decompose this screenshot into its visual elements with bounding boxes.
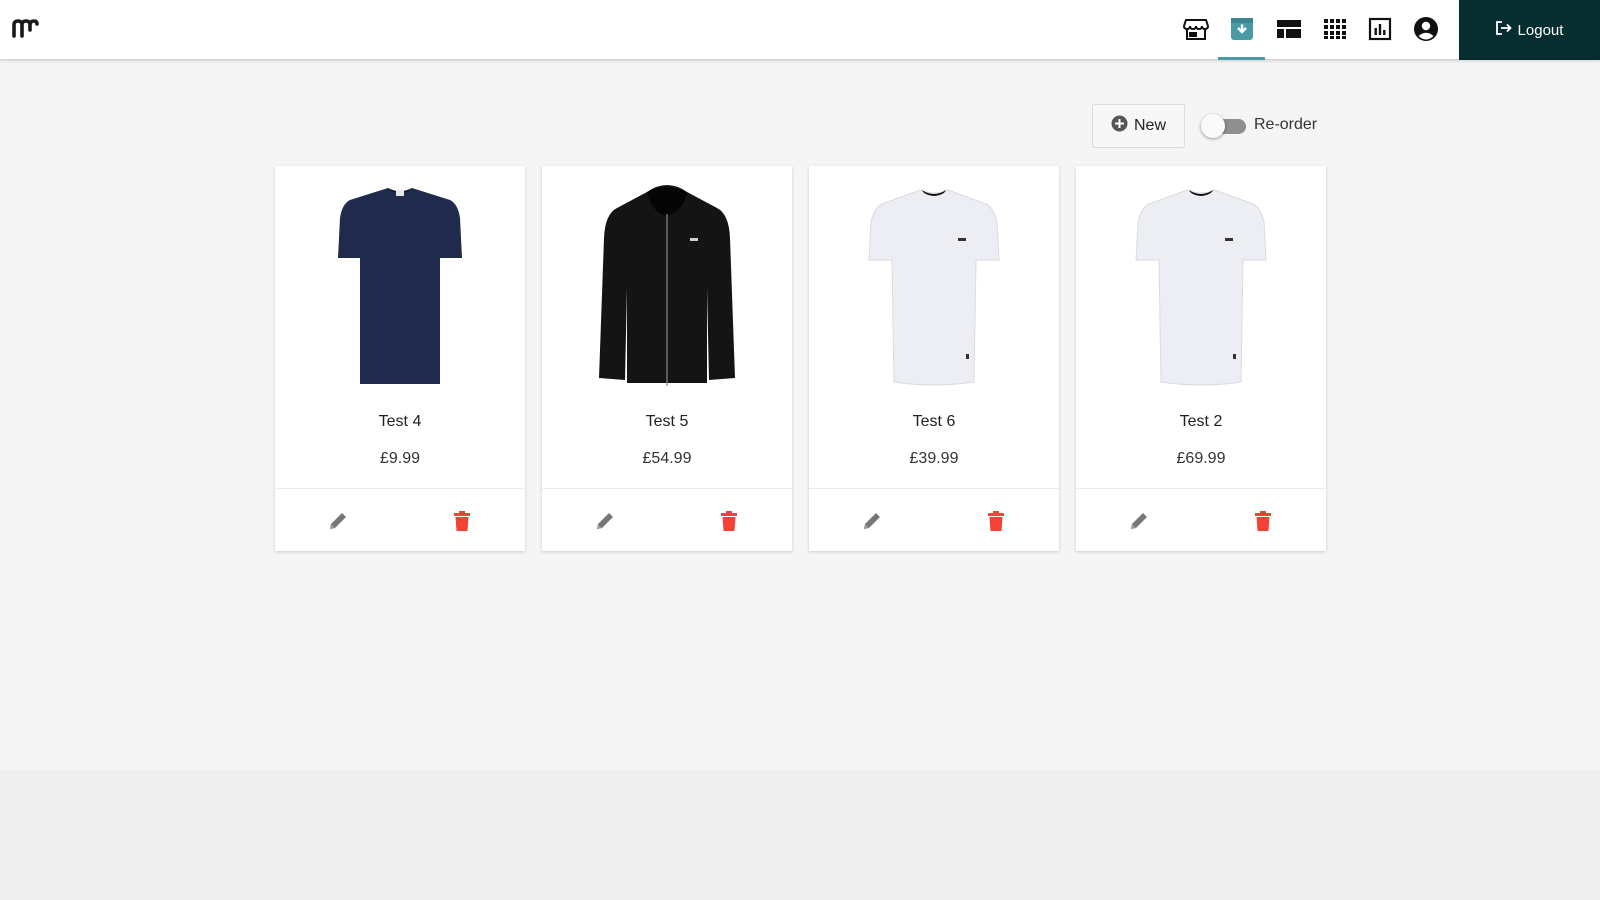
bar-chart-icon[interactable] (1366, 14, 1394, 44)
product-name: Test 6 (912, 413, 956, 430)
delete-button[interactable] (714, 506, 744, 536)
new-product-button[interactable]: New (1092, 104, 1185, 148)
card-divider (542, 488, 792, 489)
storefront-icon[interactable] (1182, 14, 1210, 44)
archive-icon[interactable] (1228, 14, 1256, 44)
edit-button[interactable] (1124, 506, 1154, 536)
pencil-icon (330, 513, 346, 529)
reorder-label: Re-order (1254, 116, 1318, 133)
toggle-knob (1201, 114, 1225, 138)
trash-icon (1255, 511, 1271, 531)
account-circle-icon[interactable] (1412, 14, 1440, 44)
logout-icon (1495, 21, 1512, 39)
logo-icon[interactable] (11, 16, 39, 40)
trash-icon (454, 511, 470, 531)
page-footer-band (0, 770, 1600, 900)
active-nav-indicator (1218, 57, 1265, 60)
product-image-black-zip-hoodie (567, 178, 767, 390)
add-circle-icon (1111, 115, 1128, 137)
web-layout-icon[interactable] (1275, 14, 1303, 44)
reorder-toggle[interactable] (1201, 114, 1246, 138)
edit-button[interactable] (857, 506, 887, 536)
edit-button[interactable] (323, 506, 353, 536)
card-divider (1076, 488, 1326, 489)
product-name: Test 4 (378, 413, 422, 430)
product-price: £39.99 (909, 450, 959, 467)
top-navigation-bar: Logout (0, 0, 1600, 60)
product-card: Test 6 £39.99 (809, 166, 1059, 551)
product-image-white-tshirt (834, 178, 1034, 390)
product-image-white-tshirt (1101, 178, 1301, 390)
delete-button[interactable] (1248, 506, 1278, 536)
product-price: £9.99 (379, 450, 421, 467)
product-name: Test 5 (645, 413, 689, 430)
product-price: £69.99 (1176, 450, 1226, 467)
product-name: Test 2 (1179, 413, 1223, 430)
delete-button[interactable] (447, 506, 477, 536)
card-divider (275, 488, 525, 489)
logout-button[interactable]: Logout (1459, 0, 1600, 60)
new-button-label: New (1133, 117, 1166, 134)
pencil-icon (597, 513, 613, 529)
logout-label: Logout (1517, 21, 1564, 39)
pencil-icon (864, 513, 880, 529)
product-price: £54.99 (642, 450, 692, 467)
product-card: Test 4 £9.99 (275, 166, 525, 551)
delete-button[interactable] (981, 506, 1011, 536)
card-divider (809, 488, 1059, 489)
product-card: Test 5 £54.99 (542, 166, 792, 551)
edit-button[interactable] (590, 506, 620, 536)
trash-icon (988, 511, 1004, 531)
product-card: Test 2 £69.99 (1076, 166, 1326, 551)
pencil-icon (1131, 513, 1147, 529)
grid-icon[interactable] (1321, 14, 1349, 44)
product-image-navy-tshirt (300, 178, 500, 390)
trash-icon (721, 511, 737, 531)
